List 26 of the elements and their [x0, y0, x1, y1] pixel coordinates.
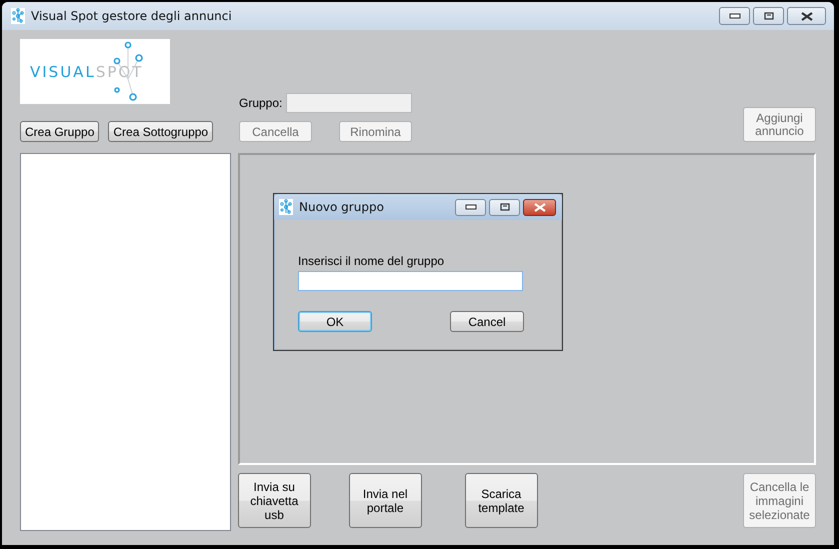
- dialog-title: Nuovo gruppo: [299, 200, 384, 214]
- button[interactable]: Cancel: [450, 311, 524, 332]
- button[interactable]: Crea Sottogruppo: [108, 121, 214, 142]
- minimize-button[interactable]: [455, 198, 486, 216]
- button[interactable]: OK: [298, 311, 372, 332]
- field-label: Gruppo:: [239, 96, 284, 110]
- maximize-icon: [764, 12, 774, 20]
- button[interactable]: Scarica template: [464, 473, 538, 528]
- app-icon: [279, 199, 293, 215]
- button[interactable]: Invia nel portale: [348, 473, 422, 528]
- minimize-icon: [728, 13, 740, 19]
- button[interactable]: Invia su chiavetta usb: [238, 473, 311, 528]
- window-title: Visual Spot gestore degli annunci: [31, 9, 232, 23]
- close-icon: [800, 12, 812, 20]
- button[interactable]: Crea Gruppo: [20, 121, 100, 142]
- minimize-icon: [464, 204, 476, 210]
- close-button[interactable]: [523, 198, 556, 216]
- minimize-button[interactable]: [719, 7, 750, 25]
- name-field[interactable]: [298, 271, 523, 291]
- maximize-button[interactable]: [489, 198, 520, 216]
- prompt-label: Inserisci il nome del gruppo: [298, 254, 446, 268]
- maximize-button[interactable]: [753, 7, 784, 25]
- maximize-icon: [500, 203, 510, 211]
- close-icon: [534, 202, 546, 212]
- close-button[interactable]: [787, 7, 826, 25]
- app-icon: [11, 8, 25, 24]
